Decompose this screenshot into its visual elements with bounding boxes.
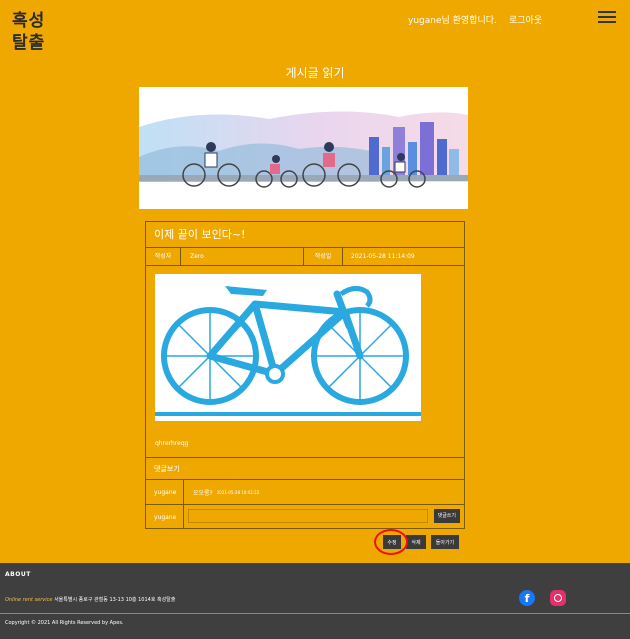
back-button[interactable]: 돌아가기 [431, 535, 459, 549]
hamburger-menu-icon[interactable] [598, 11, 616, 23]
logo-line1: 혹성 [12, 11, 46, 31]
comment-input[interactable] [188, 509, 428, 523]
edit-button[interactable]: 수정 [383, 535, 401, 549]
write-comment-button[interactable]: 댓글쓰기 [433, 509, 460, 523]
comment-input-user: yugane [146, 505, 184, 529]
footer-about: ABOUT [5, 571, 31, 578]
page-title: 게시글 읽기 [285, 66, 345, 80]
post-content: qhrerhreqg [146, 266, 464, 458]
welcome-text: yugane님 환영합니다. [408, 16, 497, 26]
comment-input-row: yugane 댓글쓰기 [146, 505, 464, 529]
footer-address: Online rent service 서울특별시 종로구 관철동 13-13 … [5, 596, 175, 603]
comment-row: yugane 오오롱? 2021-05-28 18:02:22 [146, 480, 464, 505]
banner-image [139, 87, 468, 209]
comment-date: 2021-05-28 18:02:22 [216, 489, 260, 495]
post-bicycle-image [155, 274, 421, 421]
author-value: Zero [181, 248, 304, 265]
post-meta-row: 작성자 Zero 작성일 2021-05-28 11:14:09 [146, 248, 464, 266]
footer-divider [0, 613, 630, 614]
logo-line2: 탈출 [12, 33, 46, 53]
comment-text: 오오롱? [193, 489, 213, 497]
date-value: 2021-05-28 11:14:09 [351, 253, 415, 260]
footer-service: Online rent service [5, 597, 53, 603]
post-actions: 수정 삭제 돌아가기 [383, 535, 459, 549]
site-logo[interactable]: 혹성 탈출 [12, 10, 45, 54]
logout-link[interactable]: 로그아웃 [509, 13, 542, 26]
comment-user: yugane [146, 480, 184, 504]
post-body: qhrerhreqg [155, 440, 189, 447]
post-title: 이제 끝이 보인다~! [146, 222, 464, 248]
post-board: 이제 끝이 보인다~! 작성자 Zero 작성일 2021-05-28 11:1… [145, 221, 465, 529]
comments-heading[interactable]: 댓글보기 [146, 458, 464, 480]
facebook-icon[interactable]: f [519, 590, 535, 606]
site-footer: ABOUT Online rent service 서울특별시 종로구 관철동 … [0, 563, 630, 639]
instagram-icon[interactable] [550, 590, 566, 606]
footer-copyright: Copyright © 2021 All Rights Reserved by … [5, 620, 124, 626]
date-label: 작성일 [304, 248, 343, 265]
footer-address-text: 서울특별시 종로구 관철동 13-13 10층 1014호 혹성탈출 [54, 597, 176, 603]
author-label: 작성자 [146, 248, 181, 265]
delete-button[interactable]: 삭제 [406, 535, 426, 549]
